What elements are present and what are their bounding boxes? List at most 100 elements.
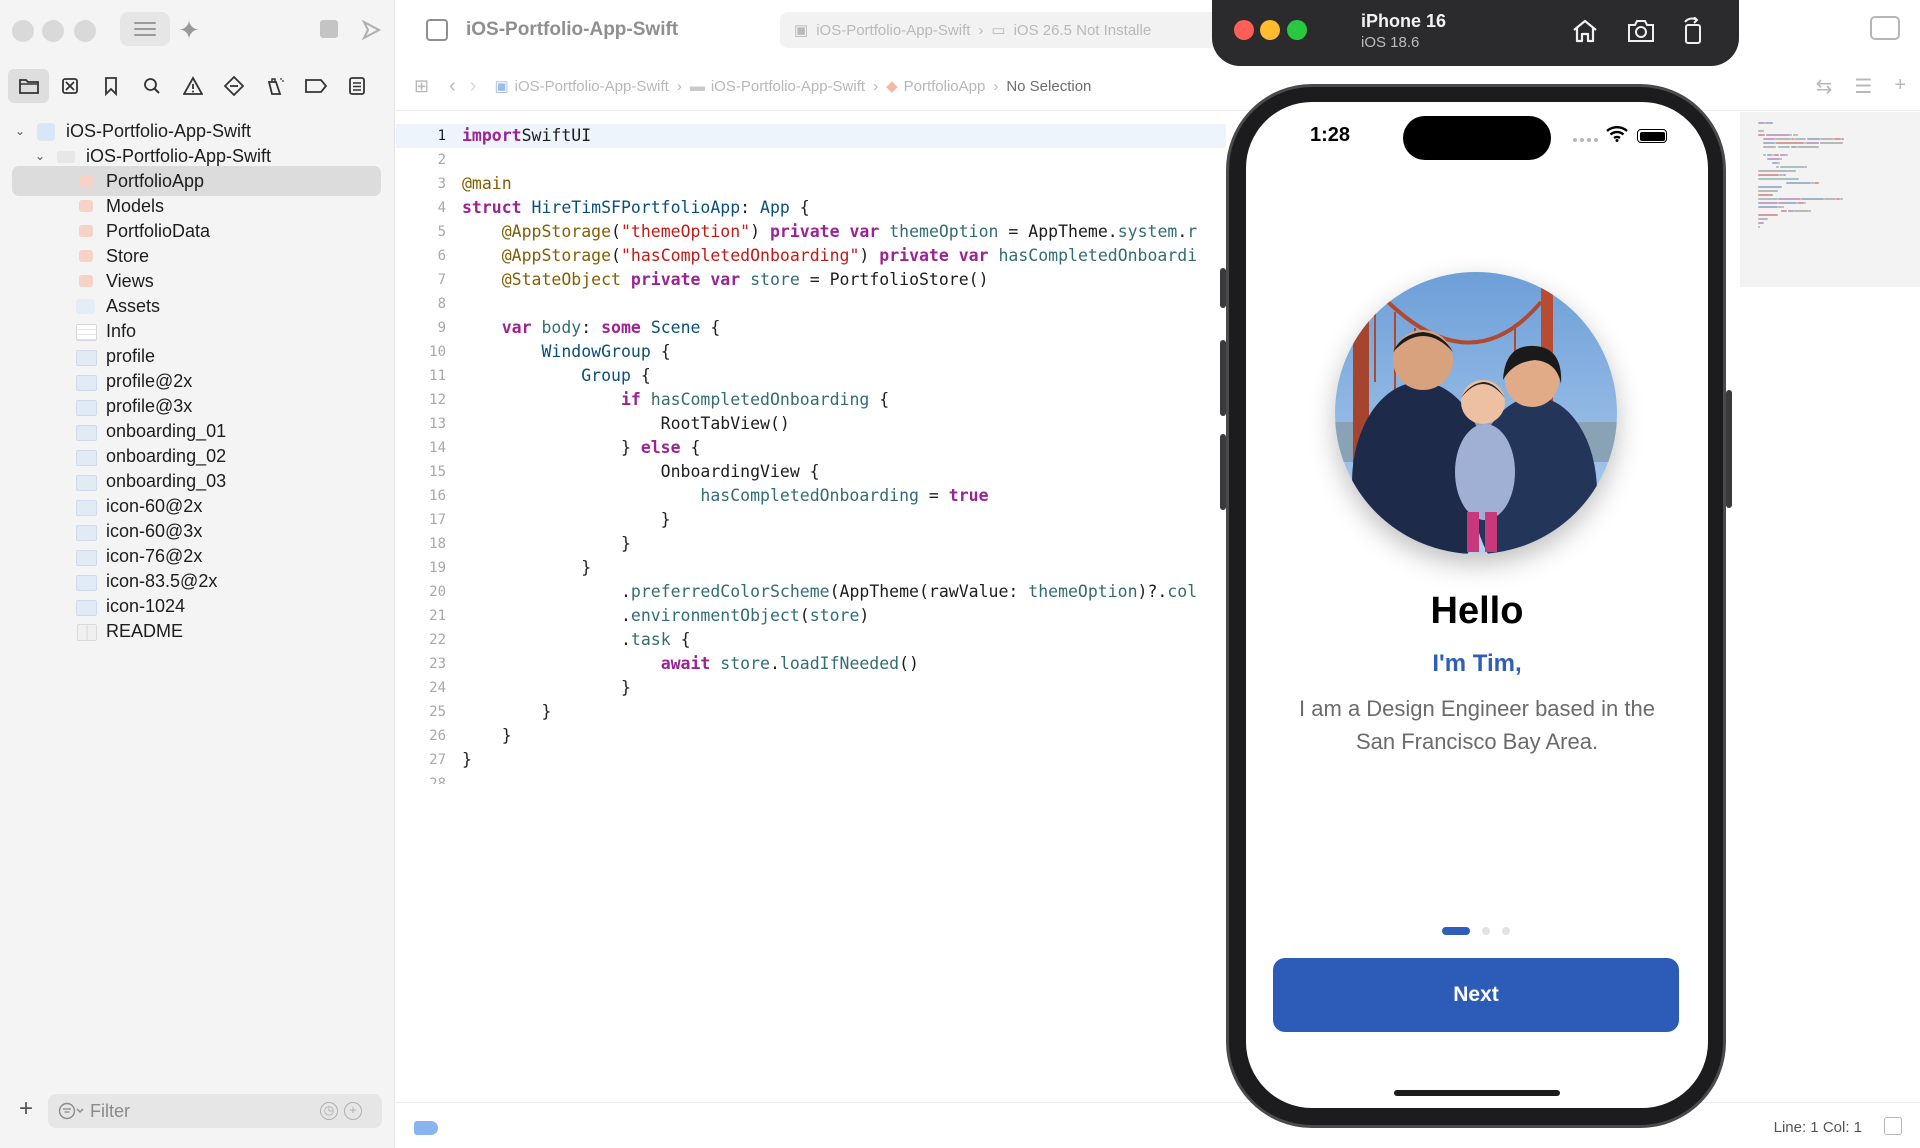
code-line[interactable]: 23 await store.loadIfNeeded() bbox=[396, 652, 1226, 676]
file-tree-item-label: onboarding_01 bbox=[106, 420, 227, 441]
code-line[interactable]: 4 struct HireTimSFPortfolioApp: App { bbox=[396, 196, 1226, 220]
code-line[interactable]: 9 var body: some Scene { bbox=[396, 316, 1226, 340]
jump-item-project[interactable]: iOS-Portfolio-App-Swift bbox=[515, 78, 669, 95]
window-zoom-button[interactable] bbox=[74, 20, 96, 42]
code-line[interactable]: 11 Group { bbox=[396, 364, 1226, 388]
code-line[interactable]: 17 } bbox=[396, 508, 1226, 532]
code-text: } bbox=[462, 676, 631, 700]
add-button[interactable]: + bbox=[14, 1097, 38, 1122]
code-line[interactable]: 28 bbox=[396, 772, 1226, 784]
project-file-icon bbox=[426, 19, 448, 41]
tab-breakpoints[interactable] bbox=[295, 69, 336, 103]
tag-icon[interactable] bbox=[414, 1121, 438, 1135]
minimap-stroke bbox=[1758, 134, 1765, 136]
chevron-down-icon[interactable]: ⌄ bbox=[12, 123, 28, 139]
stop-button[interactable] bbox=[318, 18, 340, 40]
code-line[interactable]: 12 if hasCompletedOnboarding { bbox=[396, 388, 1226, 412]
swift-file-icon bbox=[76, 223, 96, 239]
tab-project-navigator[interactable] bbox=[8, 69, 49, 103]
recent-files-icon[interactable]: ◷ bbox=[320, 1102, 338, 1120]
window-close-button[interactable] bbox=[12, 20, 34, 42]
tab-issues[interactable] bbox=[172, 69, 213, 103]
minimap-stroke bbox=[1776, 142, 1804, 144]
jump-item-folder[interactable]: iOS-Portfolio-App-Swift bbox=[711, 78, 865, 95]
line-number: 13 bbox=[429, 416, 446, 432]
chevron-down-icon[interactable]: ⌄ bbox=[32, 148, 48, 164]
scheme-app-icon: ▣ bbox=[794, 22, 809, 39]
navigator-toggle-button[interactable] bbox=[120, 12, 170, 46]
code-line[interactable]: 26 } bbox=[396, 724, 1226, 748]
code-editor[interactable]: 1 importSwiftUI 2 3 @main 4 struct HireTimSFPo… bbox=[396, 124, 1226, 784]
forward-button[interactable]: › bbox=[470, 75, 477, 98]
code-token: } bbox=[462, 438, 641, 457]
code-token: . bbox=[1177, 222, 1188, 241]
file-tree-item[interactable]: README bbox=[52, 616, 183, 646]
simulator-close-button[interactable] bbox=[1234, 20, 1254, 40]
scheme-selector[interactable]: ▣ iOS-Portfolio-App-Swift › ▭ iOS 26.5 N… bbox=[780, 12, 1250, 48]
chevron-right-icon: › bbox=[978, 21, 984, 39]
page-dot[interactable] bbox=[1442, 927, 1470, 935]
grid-icon[interactable]: ⊞ bbox=[414, 76, 429, 97]
sparkle-icon[interactable]: ✦ bbox=[172, 14, 206, 46]
tab-debug[interactable] bbox=[254, 69, 295, 103]
code-line[interactable]: 10 WindowGroup { bbox=[396, 340, 1226, 364]
jump-item-file[interactable]: PortfolioApp bbox=[904, 78, 986, 95]
code-line[interactable]: 20 .preferredColorScheme(AppTheme(rawVal… bbox=[396, 580, 1226, 604]
code-line[interactable]: 13 RootTabView() bbox=[396, 412, 1226, 436]
tab-bookmarks[interactable] bbox=[90, 69, 131, 103]
code-line[interactable]: 15 OnboardingView { bbox=[396, 460, 1226, 484]
page-dot[interactable] bbox=[1502, 927, 1510, 935]
back-button[interactable]: ‹ bbox=[449, 75, 456, 98]
code-line[interactable]: 27} bbox=[396, 748, 1226, 772]
minimap[interactable] bbox=[1740, 112, 1920, 287]
code-line[interactable]: 25 } bbox=[396, 700, 1226, 724]
code-line[interactable]: 16 hasCompletedOnboarding = true bbox=[396, 484, 1226, 508]
project-file-icon bbox=[36, 123, 56, 141]
chevron-right-icon: › bbox=[873, 77, 879, 95]
run-button[interactable] bbox=[356, 16, 386, 44]
debug-area-toggle-icon[interactable] bbox=[1884, 1117, 1902, 1135]
tab-find[interactable] bbox=[131, 69, 172, 103]
add-editor-icon[interactable]: + bbox=[1894, 74, 1906, 99]
related-items-icon[interactable]: ⇆ bbox=[1816, 74, 1833, 99]
code-line[interactable]: 2 bbox=[396, 148, 1226, 172]
page-dot[interactable] bbox=[1482, 927, 1490, 935]
code-text: } bbox=[462, 508, 671, 532]
screenshot-button[interactable] bbox=[1626, 16, 1656, 46]
code-line[interactable]: 8 bbox=[396, 292, 1226, 316]
tab-source-control[interactable] bbox=[49, 69, 90, 103]
code-line[interactable]: 14 } else { bbox=[396, 436, 1226, 460]
code-line[interactable]: 5 @AppStorage("themeOption") private var… bbox=[396, 220, 1226, 244]
filter-field[interactable]: Filter ◷ + bbox=[48, 1094, 382, 1128]
code-line[interactable]: 22 .task { bbox=[396, 628, 1226, 652]
jump-item-symbol[interactable]: No Selection bbox=[1006, 78, 1091, 95]
tab-tests[interactable] bbox=[213, 69, 254, 103]
home-button[interactable] bbox=[1570, 16, 1600, 46]
page-indicator[interactable] bbox=[1442, 926, 1512, 936]
simulator-screen[interactable]: 1:28 Hello I'm Tim, I am a Design Engine… bbox=[1246, 102, 1708, 1108]
line-number: 23 bbox=[429, 656, 446, 672]
window-minimize-button[interactable] bbox=[42, 20, 64, 42]
code-line[interactable]: 7 @StateObject private var store = Portf… bbox=[396, 268, 1226, 292]
minimap-stroke bbox=[1762, 146, 1777, 148]
next-button[interactable]: Next bbox=[1273, 958, 1679, 1032]
code-line[interactable]: 18 } bbox=[396, 532, 1226, 556]
code-line[interactable]: 24 } bbox=[396, 676, 1226, 700]
code-line[interactable]: 1 importSwiftUI bbox=[396, 124, 1226, 148]
simulator-minimize-button[interactable] bbox=[1260, 20, 1280, 40]
rotate-button[interactable] bbox=[1678, 16, 1708, 46]
code-line[interactable]: 21 .environmentObject(store) bbox=[396, 604, 1226, 628]
editor-options-icon[interactable]: ☰ bbox=[1854, 74, 1872, 99]
inspector-toggle-button[interactable] bbox=[1870, 16, 1900, 40]
code-line[interactable]: 19 } bbox=[396, 556, 1226, 580]
minimap-stroke bbox=[1823, 198, 1837, 200]
simulator-zoom-button[interactable] bbox=[1287, 20, 1307, 40]
side-button bbox=[1726, 390, 1732, 508]
code-line[interactable]: 6 @AppStorage("hasCompletedOnboarding") … bbox=[396, 244, 1226, 268]
code-line[interactable]: 3 @main bbox=[396, 172, 1226, 196]
tab-reports[interactable] bbox=[336, 69, 377, 103]
line-number: 18 bbox=[429, 536, 446, 552]
filter-options-icon[interactable]: + bbox=[344, 1102, 362, 1120]
